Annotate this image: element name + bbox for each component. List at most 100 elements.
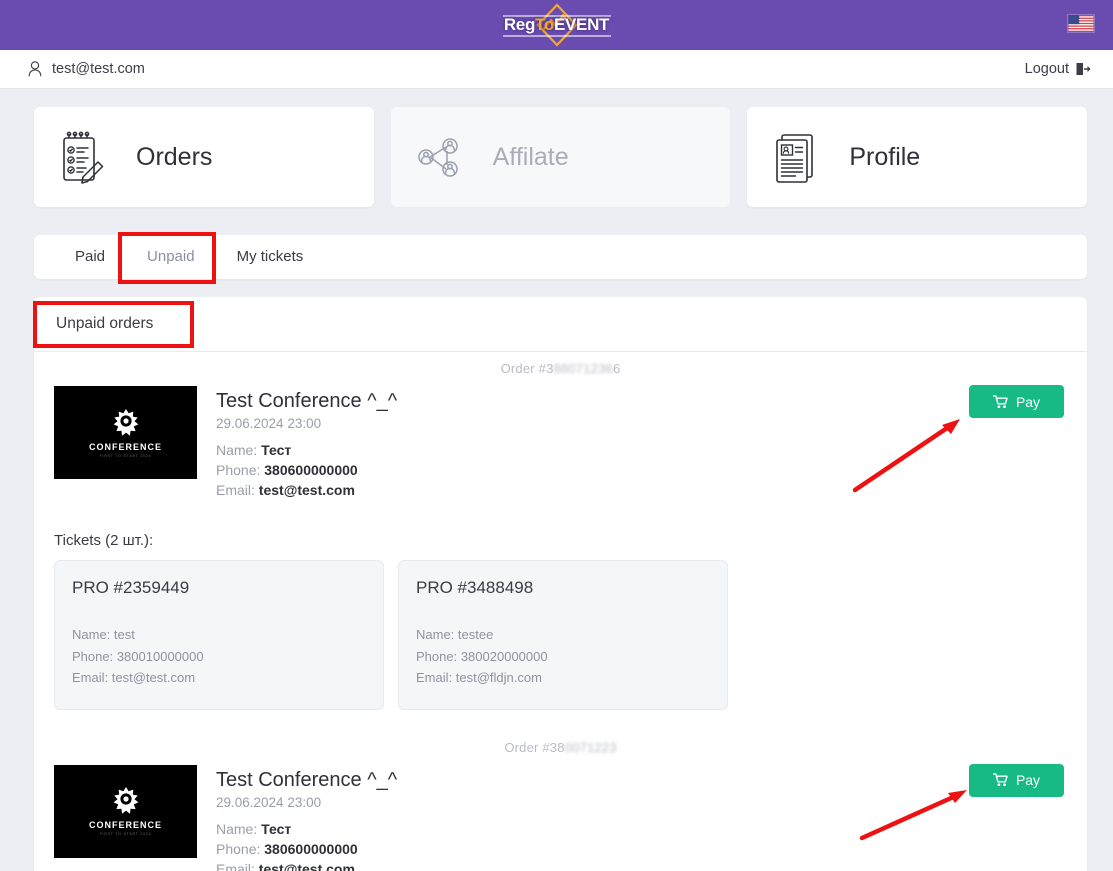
order-event-title: Test Conference ^_^ — [216, 390, 398, 412]
page-content: Orders Affilate Profile Paid Unpaid My t… — [0, 89, 1113, 871]
event-thumbnail: CONFERENCE FIRST TO START 2024 — [54, 764, 197, 858]
order-name-label: Name: — [216, 442, 258, 458]
nav-card-profile-label: Profile — [849, 142, 921, 171]
user-icon — [28, 61, 42, 77]
logo[interactable]: RegToEVENT — [497, 2, 617, 48]
ticket-email-value: test@test.com — [111, 670, 196, 685]
order-row-1: CONFERENCE FIRST TO START 2024 Test Conf… — [34, 380, 1087, 500]
nav-card-profile[interactable]: Profile — [747, 107, 1088, 207]
pay-button-label: Pay — [1015, 393, 1041, 410]
shopping-cart-icon — [992, 773, 1008, 787]
thumbnail-title: CONFERENCE — [88, 820, 162, 830]
ticket-phone-value: 380020000000 — [460, 648, 548, 664]
ticket-card: PRO #3488498 Name: testee Phone: 3800200… — [398, 560, 728, 710]
conference-emblem-icon — [113, 787, 138, 814]
tickets-label-order-1: Tickets (2 шт.): — [54, 532, 154, 549]
ticket-email-field: Email: test@fldjn.com — [416, 667, 710, 689]
order-phone-value: 380600000000 — [264, 462, 358, 478]
logo-text-event: EVENT — [553, 15, 610, 34]
logo-text-reg: Reg — [503, 15, 536, 34]
order-event-title: Test Conference ^_^ — [216, 768, 398, 791]
order-email-value: test@test.com — [258, 482, 355, 498]
order-email-label: Email: — [216, 860, 255, 871]
nav-card-orders[interactable]: Orders — [34, 107, 374, 207]
order-number-2: Order #380071223 — [34, 710, 1087, 759]
ticket-name-label: Name: — [72, 627, 111, 642]
ticket-name-field: Name: test — [72, 624, 366, 646]
user-bar: test@test.com Logout — [0, 50, 1113, 89]
ticket-phone-field: Phone: 380020000000 — [416, 646, 710, 668]
order-name-field: Name: Тест — [216, 819, 397, 839]
order-row-2: CONFERENCE FIRST TO START 2024 Test Conf… — [34, 759, 1087, 871]
order-email-field: Email: test@test.com — [216, 480, 397, 500]
nav-card-row: Orders Affilate Profile — [34, 107, 1088, 207]
ticket-email-value: test@fldjn.com — [455, 670, 542, 685]
logo-rule-bottom — [502, 35, 611, 37]
order-phone-label: Phone: — [216, 840, 261, 857]
order-email-label: Email: — [216, 482, 255, 498]
nav-card-affilate[interactable]: Affilate — [390, 107, 731, 207]
order-info-1: Test Conference ^_^ 29.06.2024 23:00 Nam… — [197, 386, 397, 500]
logo-text: RegToEVENT — [503, 15, 610, 35]
order-phone-field: Phone: 380600000000 — [216, 839, 397, 859]
ticket-phone-label: Phone: — [416, 648, 458, 664]
logout-label: Logout — [1024, 61, 1069, 77]
app-header: RegToEVENT — [0, 0, 1113, 50]
order-info-2: Test Conference ^_^ 29.06.2024 23:00 Nam… — [197, 765, 397, 871]
ticket-phone-label: Phone: — [72, 648, 114, 664]
order-phone-value: 380600000000 — [264, 840, 358, 857]
order-event-date: 29.06.2024 23:00 — [216, 794, 322, 810]
thumbnail-title: CONFERENCE — [88, 441, 162, 452]
order-number-redacted: 0071223 — [564, 739, 617, 755]
pay-button-order-2[interactable]: Pay — [969, 763, 1064, 797]
panel-heading: Unpaid orders — [34, 297, 1087, 352]
nav-card-affilate-label: Affilate — [492, 142, 569, 171]
logout-button[interactable]: Logout — [1025, 61, 1091, 77]
user-identity: test@test.com — [28, 61, 145, 77]
tab-my-tickets[interactable]: My tickets — [216, 235, 325, 279]
unpaid-orders-panel: Unpaid orders Order #3880712366 CONFEREN… — [34, 297, 1087, 871]
order-name-field: Name: Тест — [216, 440, 397, 460]
order-name-value: Тест — [261, 442, 292, 458]
logo-text-to: To — [535, 15, 554, 34]
order-number-prefix: Order #3 — [500, 361, 554, 376]
ticket-phone-value: 380010000000 — [116, 648, 204, 664]
order-event-date: 29.06.2024 23:00 — [216, 416, 322, 431]
order-number-1: Order #3880712366 — [34, 352, 1087, 380]
tickets-grid-order-1: PRO #2359449 Name: test Phone: 380010000… — [34, 560, 1087, 710]
ticket-name-value: testee — [457, 627, 494, 642]
ticket-name-field: Name: testee — [416, 624, 710, 646]
thumbnail-subtitle: FIRST TO START 2024 — [99, 832, 152, 836]
order-phone-field: Phone: 380600000000 — [216, 460, 397, 480]
sign-out-icon — [1076, 63, 1091, 75]
users-network-icon — [417, 138, 458, 177]
order-number-prefix: Order #38 — [504, 739, 565, 755]
ticket-email-label: Email: — [416, 670, 453, 685]
conference-emblem-icon — [113, 408, 138, 436]
id-document-icon — [776, 134, 814, 183]
order-name-value: Тест — [261, 820, 292, 837]
ticket-name-value: test — [113, 627, 135, 642]
order-number-redacted: 88071236 — [553, 361, 613, 376]
nav-card-orders-label: Orders — [136, 142, 213, 171]
order-number-suffix: 6 — [612, 361, 621, 376]
ticket-email-field: Email: test@test.com — [72, 667, 366, 689]
tab-paid[interactable]: Paid — [54, 235, 126, 279]
order-email-value: test@test.com — [258, 860, 355, 871]
order-phone-label: Phone: — [216, 462, 261, 478]
orders-tabs: Paid Unpaid My tickets — [34, 235, 1087, 279]
event-thumbnail: CONFERENCE FIRST TO START 2024 — [54, 386, 197, 479]
tab-unpaid[interactable]: Unpaid — [126, 235, 216, 279]
order-email-field: Email: test@test.com — [216, 859, 397, 871]
order-name-label: Name: — [216, 820, 258, 837]
pay-button-order-1[interactable]: Pay — [969, 385, 1064, 418]
us-flag-icon[interactable] — [1067, 14, 1095, 33]
pay-button-label: Pay — [1015, 772, 1041, 788]
ticket-name-label: Name: — [416, 627, 455, 642]
shopping-cart-icon — [992, 394, 1008, 408]
user-email: test@test.com — [52, 61, 145, 77]
clipboard-checklist-pencil-icon — [63, 131, 104, 184]
thumbnail-subtitle: FIRST TO START 2024 — [99, 453, 152, 458]
ticket-title: PRO #2359449 — [72, 578, 190, 597]
ticket-card: PRO #2359449 Name: test Phone: 380010000… — [54, 560, 384, 710]
